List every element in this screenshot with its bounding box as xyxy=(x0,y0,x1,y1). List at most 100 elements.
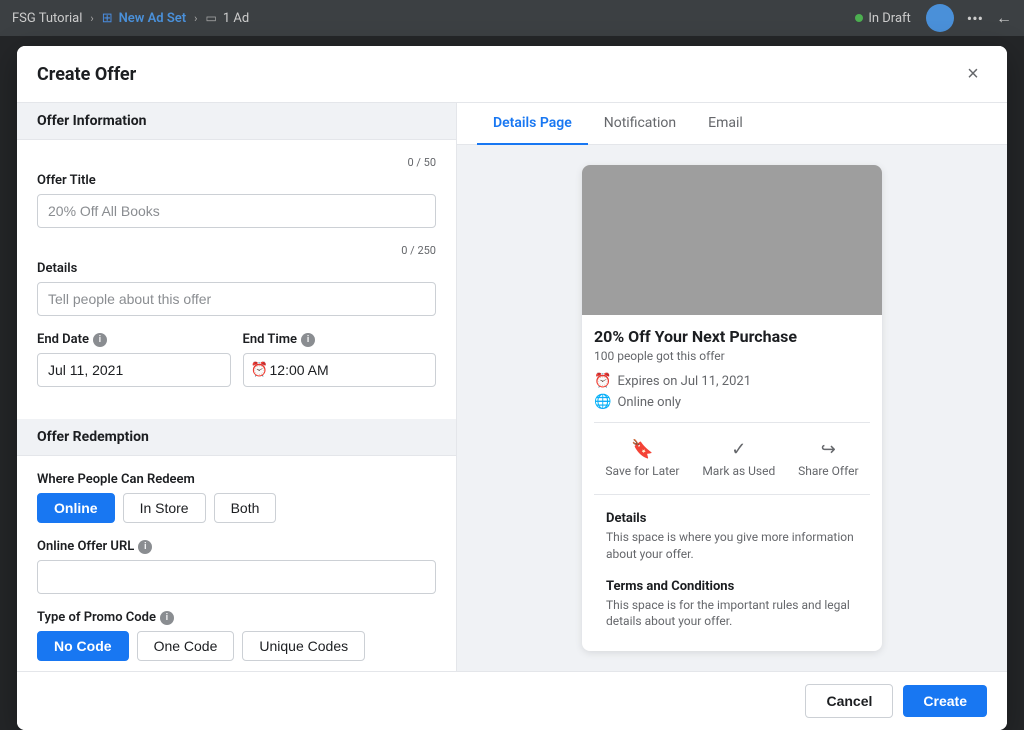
in-store-button[interactable]: In Store xyxy=(123,493,206,523)
offer-meta: ⏰ Expires on Jul 11, 2021 🌐 Online only xyxy=(594,373,870,410)
redeem-options: Online In Store Both xyxy=(37,493,436,523)
end-time-info-icon[interactable]: i xyxy=(301,333,315,347)
more-icon[interactable]: ••• xyxy=(967,9,983,28)
tab-email[interactable]: Email xyxy=(692,103,759,145)
offer-title-char-count: 0 / 50 xyxy=(37,156,436,169)
where-redeem-group: Where People Can Redeem Online In Store … xyxy=(37,472,436,523)
expires-item: ⏰ Expires on Jul 11, 2021 xyxy=(594,373,870,389)
location-meta-icon: 🌐 xyxy=(594,394,611,410)
time-input-wrapper: ⏰ xyxy=(243,353,437,387)
offer-title-label: Offer Title xyxy=(37,173,436,188)
no-code-button[interactable]: No Code xyxy=(37,631,129,661)
end-date-group: End Date i xyxy=(37,332,231,387)
online-url-label: Online Offer URL i xyxy=(37,539,436,554)
share-label: Share Offer xyxy=(798,464,858,478)
expires-text: Expires on Jul 11, 2021 xyxy=(617,374,751,389)
location-item: 🌐 Online only xyxy=(594,394,870,410)
clock-meta-icon: ⏰ xyxy=(594,373,611,389)
location-text: Online only xyxy=(617,395,681,410)
offer-info: 20% Off Your Next Purchase 100 people go… xyxy=(582,315,882,650)
separator-1: › xyxy=(90,12,93,25)
avatar[interactable] xyxy=(926,4,954,32)
mark-used-label: Mark as Used xyxy=(702,464,775,478)
end-date-label: End Date i xyxy=(37,332,231,347)
end-time-group: End Time i ⏰ xyxy=(243,332,437,387)
end-date-input[interactable] xyxy=(37,353,231,387)
grid-icon: ⊞ xyxy=(102,11,113,26)
offer-title-group: 0 / 50 Offer Title xyxy=(37,156,436,228)
online-button[interactable]: Online xyxy=(37,493,115,523)
offer-divider xyxy=(594,422,870,423)
offer-actions: 🔖 Save for Later ✓ Mark as Used ↪ Share … xyxy=(594,431,870,486)
online-url-info-icon[interactable]: i xyxy=(138,540,152,554)
create-button[interactable]: Create xyxy=(903,685,987,717)
preview-tabs: Details Page Notification Email xyxy=(457,103,1007,145)
offer-information-header: Offer Information xyxy=(17,103,456,140)
both-button[interactable]: Both xyxy=(214,493,277,523)
end-time-input[interactable] xyxy=(243,353,437,387)
top-bar: FSG Tutorial › ⊞ New Ad Set › ▭ 1 Ad In … xyxy=(0,0,1024,36)
modal-overlay: Create Offer × Offer Information 0 / 50 … xyxy=(0,36,1024,730)
back-icon[interactable]: ← xyxy=(996,8,1012,28)
left-panel: Offer Information 0 / 50 Offer Title 0 /… xyxy=(17,103,457,671)
promo-code-info-icon[interactable]: i xyxy=(160,611,174,625)
status-badge: In Draft ••• ← xyxy=(855,4,1012,32)
separator-2: › xyxy=(194,12,197,25)
breadcrumb-tutorial[interactable]: FSG Tutorial xyxy=(12,11,82,26)
tab-details-page[interactable]: Details Page xyxy=(477,103,588,145)
status-label: In Draft xyxy=(868,11,910,26)
save-icon: 🔖 xyxy=(631,439,653,460)
offer-card: 20% Off Your Next Purchase 100 people go… xyxy=(582,165,882,651)
offer-divider-2 xyxy=(594,494,870,495)
close-button[interactable]: × xyxy=(959,60,987,88)
share-icon: ↪ xyxy=(821,439,836,460)
modal-body: Offer Information 0 / 50 Offer Title 0 /… xyxy=(17,103,1007,671)
promo-code-options: No Code One Code Unique Codes xyxy=(37,631,436,661)
offer-preview-subtitle: 100 people got this offer xyxy=(594,349,870,363)
offer-preview-title: 20% Off Your Next Purchase xyxy=(594,327,870,346)
breadcrumb-adset[interactable]: New Ad Set xyxy=(119,11,187,26)
details-input[interactable] xyxy=(37,282,436,316)
preview-area: 20% Off Your Next Purchase 100 people go… xyxy=(457,145,1007,671)
details-group: 0 / 250 Details xyxy=(37,244,436,316)
offer-title-input[interactable] xyxy=(37,194,436,228)
online-url-input[interactable] xyxy=(37,560,436,594)
create-offer-modal: Create Offer × Offer Information 0 / 50 … xyxy=(17,46,1007,730)
save-label: Save for Later xyxy=(605,464,679,478)
details-section-title: Details xyxy=(606,511,858,526)
terms-title: Terms and Conditions xyxy=(606,579,858,594)
mark-as-used-action[interactable]: ✓ Mark as Used xyxy=(702,439,775,478)
check-icon: ✓ xyxy=(731,439,746,460)
ad-icon: ▭ xyxy=(205,11,216,25)
one-code-button[interactable]: One Code xyxy=(137,631,235,661)
right-panel: Details Page Notification Email 20% Off … xyxy=(457,103,1007,671)
online-url-group: Online Offer URL i xyxy=(37,539,436,594)
unique-codes-button[interactable]: Unique Codes xyxy=(242,631,365,661)
offer-details-section: Details This space is where you give mor… xyxy=(594,503,870,571)
offer-image xyxy=(582,165,882,315)
breadcrumb-ad[interactable]: 1 Ad xyxy=(223,11,249,26)
modal-title: Create Offer xyxy=(37,64,136,85)
cancel-button[interactable]: Cancel xyxy=(805,684,893,718)
details-char-count: 0 / 250 xyxy=(37,244,436,257)
offer-redemption-section: Where People Can Redeem Online In Store … xyxy=(17,456,456,671)
promo-code-group: Type of Promo Code i No Code One Code Un… xyxy=(37,610,436,661)
offer-information-section: 0 / 50 Offer Title 0 / 250 Details xyxy=(17,140,456,419)
save-for-later-action[interactable]: 🔖 Save for Later xyxy=(605,439,679,478)
offer-redemption-header: Offer Redemption xyxy=(17,419,456,456)
details-label: Details xyxy=(37,261,436,276)
terms-section: Terms and Conditions This space is for t… xyxy=(594,571,870,639)
end-date-info-icon[interactable]: i xyxy=(93,333,107,347)
tab-notification[interactable]: Notification xyxy=(588,103,692,145)
where-redeem-label: Where People Can Redeem xyxy=(37,472,436,487)
modal-footer: Cancel Create xyxy=(17,671,1007,730)
modal-header: Create Offer × xyxy=(17,46,1007,103)
details-section-text: This space is where you give more inform… xyxy=(606,529,858,563)
status-dot xyxy=(855,14,863,22)
date-time-row: End Date i End Time i ⏰ xyxy=(37,332,436,403)
clock-icon: ⏰ xyxy=(251,362,268,378)
promo-code-label: Type of Promo Code i xyxy=(37,610,436,625)
share-offer-action[interactable]: ↪ Share Offer xyxy=(798,439,858,478)
terms-text: This space is for the important rules an… xyxy=(606,597,858,631)
end-time-label: End Time i xyxy=(243,332,437,347)
